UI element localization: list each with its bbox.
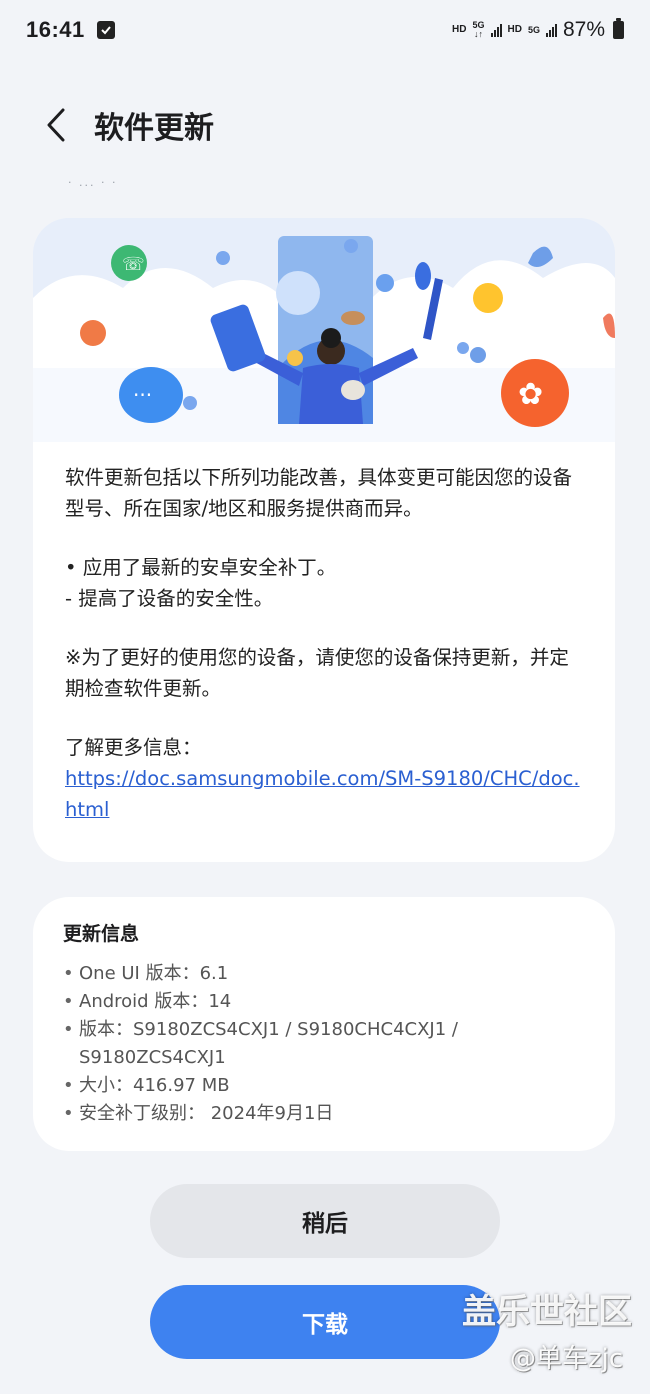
signal-icon-2 [545,23,557,37]
info-item-build: 版本：S9180ZCS4CXJ1 / S9180CHC4CXJ1 / S9180… [63,1016,585,1072]
update-info-title: 更新信息 [63,923,140,945]
info-item-oneui: One UI 版本：6.1 [63,960,585,988]
status-bar: 16:41 HD 5G ↓↑ HD 5G 87% [0,0,650,60]
info-item-size: 大小：416.97 MB [63,1072,585,1100]
update-illustration: ☏ ··· ✿ [33,218,615,442]
more-info-label: 了解更多信息： [65,736,202,759]
signal-icon [490,23,502,37]
notes-advice: ※为了更好的使用您的设备，请使您的设备保持更新，并定期检查软件更新。 [65,646,569,700]
back-button[interactable] [36,105,76,145]
battery-icon [613,18,624,39]
battery-percent: 87% [562,18,605,41]
chevron-left-icon [47,108,65,142]
data-arrows-icon: ↓↑ [473,29,483,39]
app-header: 软件更新 [0,95,650,155]
hd-indicator: HD [452,24,467,35]
page-title: 软件更新 [94,111,214,146]
svg-text:···: ··· [133,383,152,407]
notes-sub-bullet: - 提高了设备的安全性。 [65,587,274,610]
checkbox-notification-icon [96,21,115,39]
info-item-android: Android 版本：14 [63,988,585,1016]
svg-text:☏: ☏ [122,254,145,275]
more-info-link[interactable]: https://doc.samsungmobile.com/SM-S9180/C… [65,767,580,821]
watermark-community: 盖乐世社区 [462,1292,632,1332]
info-item-security-patch: 安全补丁级别： 2024年9月1日 [63,1100,585,1128]
network-type-2: 5G [527,24,540,35]
later-button[interactable]: 稍后 [150,1184,500,1258]
download-button[interactable]: 下载 [150,1285,500,1359]
release-notes-card: ☏ ··· ✿ 软件更新包括以下所列功能改善，具体变更可能因您的设备型号、所在国… [33,218,615,862]
update-info-card: 更新信息 One UI 版本：6.1 Android 版本：14 版本：S918… [33,897,615,1151]
notes-bullet: • 应用了最新的安卓安全补丁。 [65,556,337,579]
notes-intro: 软件更新包括以下所列功能改善，具体变更可能因您的设备型号、所在国家/地区和服务提… [65,466,573,520]
status-indicators: HD 5G ↓↑ HD 5G 87% [452,18,624,42]
faded-scroll-text: · ... · · [68,176,118,189]
svg-text:✿: ✿ [518,377,543,412]
update-info-list: One UI 版本：6.1 Android 版本：14 版本：S9180ZCS4… [63,960,585,1128]
hd-indicator-2: HD [507,24,522,35]
network-indicator-2: 5G [527,24,540,35]
release-notes-text: 软件更新包括以下所列功能改善，具体变更可能因您的设备型号、所在国家/地区和服务提… [33,442,615,825]
status-time: 16:41 [26,17,85,42]
network-indicator: 5G ↓↑ [472,21,484,39]
watermark-author: @单车zjc [510,1344,624,1374]
